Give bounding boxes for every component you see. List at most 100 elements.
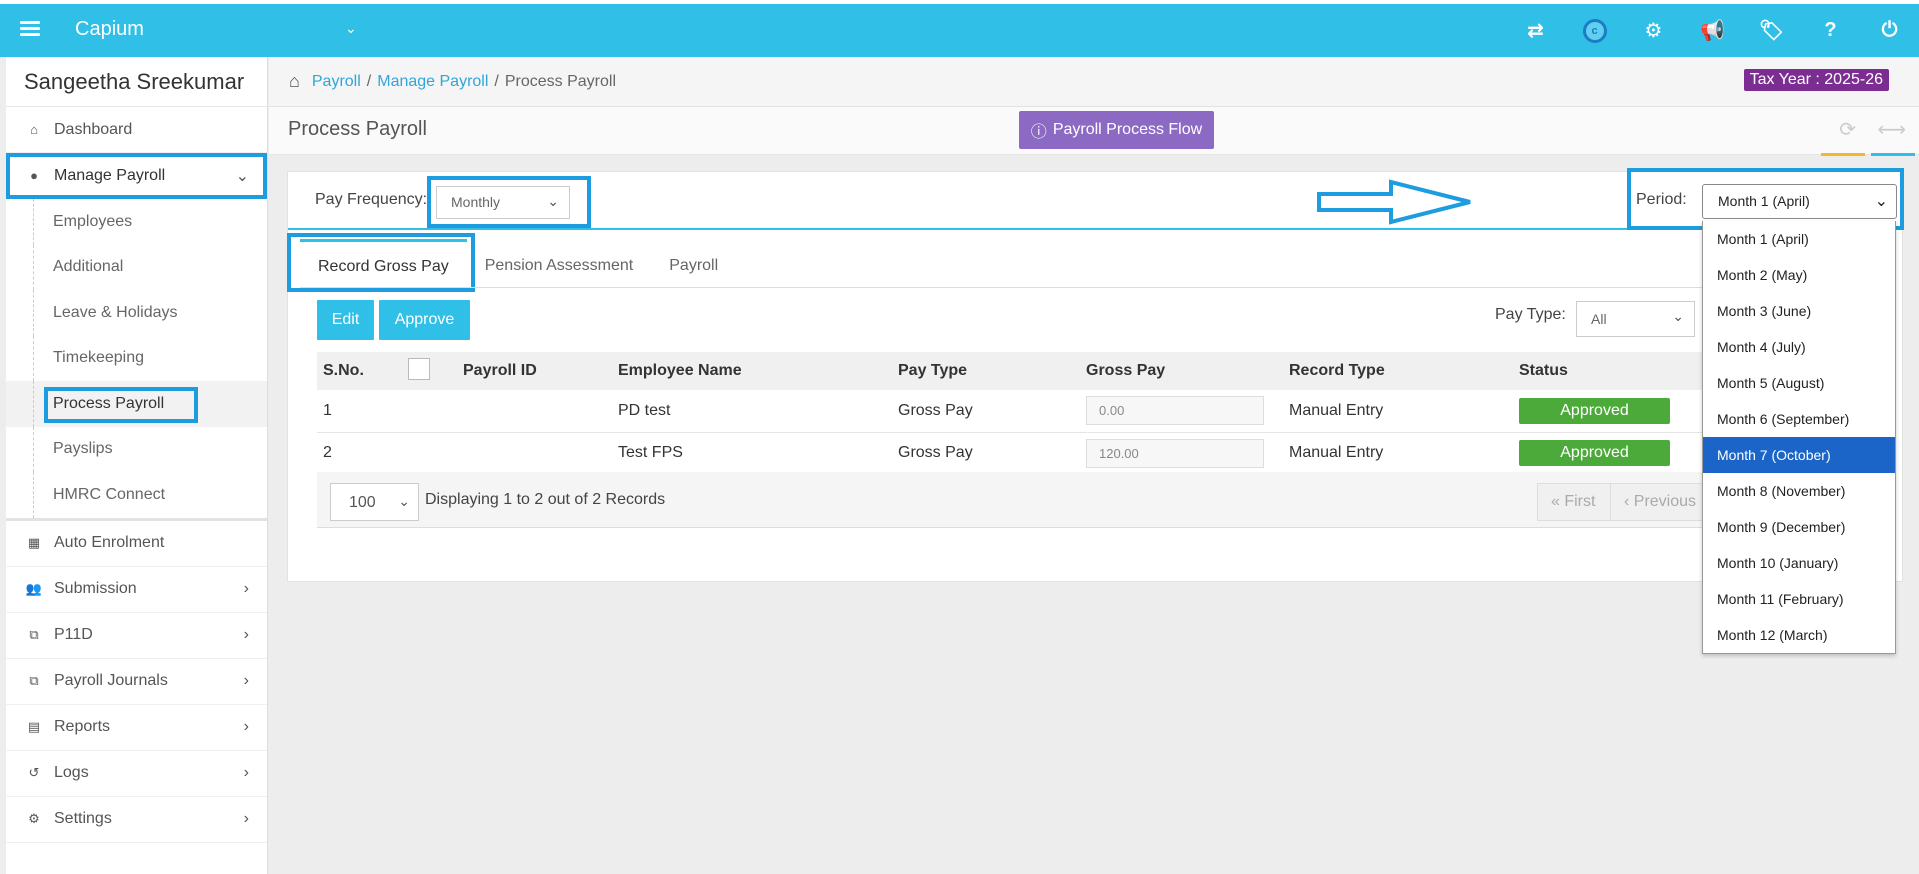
approve-button[interactable]: Approve: [379, 300, 470, 340]
cell-record-type: Manual Entry: [1283, 432, 1513, 475]
help-icon[interactable]: ?: [1801, 4, 1860, 57]
cell-select: [402, 390, 457, 433]
chevron-right-icon: ›: [243, 810, 249, 827]
sidebar-item-auto-enrolment[interactable]: ▦ Auto Enrolment: [6, 521, 267, 567]
period-option[interactable]: Month 5 (August): [1703, 365, 1895, 401]
sidebar-subitem-payslips[interactable]: Payslips: [6, 426, 267, 473]
sidebar-item-settings[interactable]: ⚙ Settings ›: [6, 797, 267, 843]
top-navbar: Capium ⌄ ⇄ c ⚙ 📢 🏷 ? ⏻: [0, 0, 1919, 57]
home-icon: ⌂: [30, 122, 38, 137]
chevron-down-icon: ⌄: [1672, 308, 1684, 324]
period-option[interactable]: Month 12 (March): [1703, 617, 1895, 653]
chevron-down-icon: ⌄: [398, 493, 410, 509]
period-option[interactable]: Month 6 (September): [1703, 401, 1895, 437]
sidebar-item-payroll-journals[interactable]: ⧉ Payroll Journals ›: [6, 659, 267, 705]
tab-payroll[interactable]: Payroll: [651, 239, 736, 292]
sidebar-item-p11d[interactable]: ⧉ P11D ›: [6, 613, 267, 659]
tag-icon[interactable]: 🏷: [1742, 4, 1801, 57]
expand-icon[interactable]: ⟷: [1877, 117, 1906, 142]
sidebar-item-label: Submission: [54, 580, 137, 597]
sidebar-subitem-additional[interactable]: Additional: [6, 244, 267, 291]
period-option[interactable]: Month 10 (January): [1703, 545, 1895, 581]
user-icon: ●: [30, 168, 38, 183]
sidebar-item-label: Payroll Journals: [54, 672, 168, 689]
users-icon: 👥: [25, 581, 43, 596]
page-size-select[interactable]: 100 ⌄: [330, 483, 419, 521]
table-row[interactable]: 2 Test FPS Gross Pay 120.00 Manual Entry…: [317, 432, 1717, 475]
tax-year-badge: Tax Year : 2025-26: [1743, 69, 1889, 91]
capium-logo-icon[interactable]: c: [1565, 4, 1624, 57]
chevron-right-icon: ›: [243, 764, 249, 781]
sidebar-item-reports[interactable]: ▤ Reports ›: [6, 705, 267, 751]
sidebar-subitem-leave-holidays[interactable]: Leave & Holidays: [6, 290, 267, 336]
col-sno: S.No.: [317, 352, 402, 390]
col-payroll-id: Payroll ID: [457, 352, 612, 390]
breadcrumb-separator: /: [494, 72, 499, 90]
sidebar-subitem-employees[interactable]: Employees: [6, 199, 267, 245]
chevron-right-icon: ›: [243, 580, 249, 597]
period-option[interactable]: Month 3 (June): [1703, 293, 1895, 329]
panel-accent-bar: [1871, 153, 1915, 156]
col-select-all: [402, 352, 457, 390]
period-option[interactable]: Month 11 (February): [1703, 581, 1895, 617]
previous-page-button[interactable]: ‹ Previous: [1610, 483, 1712, 521]
sidebar-item-logs[interactable]: ↺ Logs ›: [6, 751, 267, 797]
col-pay-type: Pay Type: [892, 352, 1080, 390]
first-page-button[interactable]: « First: [1537, 483, 1611, 521]
select-all-checkbox[interactable]: [408, 357, 430, 380]
user-name: Sangeetha Sreekumar: [6, 57, 267, 107]
cell-sno: 2: [317, 432, 402, 475]
period-option[interactable]: Month 4 (July): [1703, 329, 1895, 365]
refresh-icon[interactable]: ⟳: [1839, 117, 1856, 142]
chevron-right-icon: ›: [243, 626, 249, 643]
transfer-icon[interactable]: ⇄: [1506, 4, 1565, 57]
edit-button[interactable]: Edit: [317, 300, 374, 340]
power-icon[interactable]: ⏻: [1860, 4, 1919, 57]
period-option-highlighted[interactable]: Month 7 (October): [1703, 437, 1895, 473]
sidebar-item-label: Settings: [54, 810, 112, 827]
apps-icon[interactable]: ⚙: [1624, 4, 1683, 57]
info-icon: ⓘ: [1030, 124, 1047, 141]
chevron-down-icon: ⌄: [1874, 193, 1888, 210]
status-badge: Approved: [1519, 440, 1670, 466]
pay-type-select[interactable]: All ⌄: [1576, 301, 1695, 337]
gross-pay-input[interactable]: 120.00: [1086, 438, 1264, 468]
gross-pay-table: S.No. Payroll ID Employee Name Pay Type …: [317, 352, 1717, 475]
sidebar-subitem-process-payroll[interactable]: Process Payroll: [6, 381, 267, 427]
copy-icon: ⧉: [29, 627, 39, 642]
breadcrumb-manage-payroll[interactable]: Manage Payroll: [377, 73, 488, 91]
period-option[interactable]: Month 9 (December): [1703, 509, 1895, 545]
report-icon: ▤: [27, 719, 41, 734]
capium-logo-letter: c: [1582, 18, 1607, 43]
sidebar-subitem-hmrc-connect[interactable]: HMRC Connect: [6, 472, 267, 518]
sidebar-item-dashboard[interactable]: ⌂ Dashboard: [6, 107, 267, 153]
copy-icon: ⧉: [29, 673, 39, 688]
period-dropdown-list: Month 1 (April) Month 2 (May) Month 3 (J…: [1702, 221, 1896, 654]
payroll-process-flow-button[interactable]: ⓘ Payroll Process Flow: [1019, 111, 1214, 149]
pay-frequency-label: Pay Frequency:: [315, 191, 428, 208]
filter-row: Pay Frequency: Monthly ⌄ Period: Month 1…: [288, 168, 1904, 230]
gross-pay-input[interactable]: 0.00: [1086, 396, 1264, 426]
sidebar-subitem-timekeeping[interactable]: Timekeeping: [6, 335, 267, 382]
records-display-text: Displaying 1 to 2 out of 2 Records: [425, 491, 666, 508]
process-payroll-panel: Pay Frequency: Monthly ⌄ Period: Month 1…: [287, 168, 1904, 582]
period-label: Period:: [1636, 191, 1687, 208]
megaphone-icon[interactable]: 📢: [1683, 4, 1742, 57]
period-option[interactable]: Month 8 (November): [1703, 473, 1895, 509]
sidebar-item-label: Dashboard: [54, 120, 133, 138]
breadcrumb-payroll[interactable]: Payroll: [312, 73, 361, 91]
hamburger-menu-icon[interactable]: [20, 21, 40, 37]
cell-employee-name: Test FPS: [612, 432, 892, 475]
app-switcher-chevron-icon[interactable]: ⌄: [345, 20, 357, 37]
period-option[interactable]: Month 2 (May): [1703, 257, 1895, 293]
sidebar-item-submission[interactable]: 👥 Submission ›: [6, 567, 267, 613]
tab-pension-assessment[interactable]: Pension Assessment: [467, 239, 652, 292]
period-select[interactable]: Month 1 (April) ⌄: [1702, 184, 1897, 219]
col-gross-pay: Gross Pay: [1080, 352, 1283, 390]
period-option[interactable]: Month 1 (April): [1703, 221, 1895, 257]
sidebar-item-manage-payroll[interactable]: ● Manage Payroll ⌄: [6, 153, 267, 199]
table-row[interactable]: 1 PD test Gross Pay 0.00 Manual Entry Ap…: [317, 390, 1717, 433]
home-icon[interactable]: ⌂: [289, 71, 300, 92]
sidebar-item-label: P11D: [54, 626, 93, 643]
sidebar: Sangeetha Sreekumar ⌂ Dashboard ● Manage…: [6, 57, 268, 874]
